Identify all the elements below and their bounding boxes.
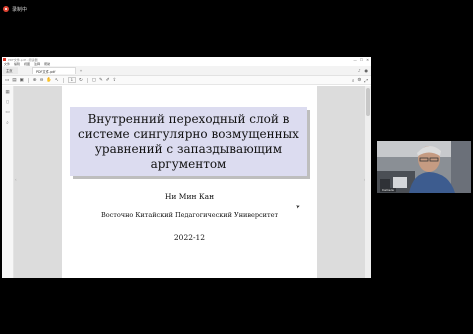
- hand-tool-icon[interactable]: ✋: [46, 78, 52, 83]
- select-tool-icon[interactable]: ↖: [55, 78, 59, 83]
- zoom-out-icon[interactable]: ⊖: [40, 78, 44, 83]
- recording-indicator[interactable]: 录制中: [3, 4, 27, 14]
- collapse-left-icon[interactable]: ‹: [15, 177, 17, 182]
- tab-home[interactable]: 主页: [3, 67, 18, 74]
- close-button[interactable]: ✕: [366, 58, 369, 62]
- slide-author: Ни Мин Кан: [164, 192, 215, 201]
- toolbar-divider: [62, 77, 64, 83]
- sidebar-search-icon[interactable]: ⌕: [6, 120, 9, 126]
- zoom-in-icon[interactable]: ⊕: [33, 78, 37, 83]
- slide-title: Внутренний переходный слой в системе син…: [78, 111, 299, 171]
- toolbar-divider: [86, 77, 88, 83]
- search-icon[interactable]: ⌕: [352, 78, 355, 84]
- annotation-icon[interactable]: ▭: [5, 110, 9, 115]
- highlight-icon[interactable]: ✎: [99, 78, 103, 83]
- thumbnail-icon[interactable]: ▦: [5, 90, 9, 95]
- minimize-button[interactable]: —: [353, 58, 357, 62]
- settings-icon[interactable]: ⚙: [357, 78, 361, 83]
- rotate-icon[interactable]: ↻: [79, 78, 83, 83]
- bookmark-icon[interactable]: ▯: [6, 100, 8, 105]
- new-tab-button[interactable]: +: [78, 67, 84, 74]
- record-icon: [3, 6, 9, 12]
- recording-status-text: 录制中: [12, 6, 28, 13]
- share-icon[interactable]: ⇪: [113, 78, 117, 83]
- toolbar: ▭ ▤ ▣ ⊕ ⊖ ✋ ↖ 1 ↻ ▢ ✎ ✐ ⇪ ⌕ ⚙ ⤢: [2, 76, 371, 85]
- slide-affiliation: Восточно Китайский Педагогический Универ…: [100, 211, 279, 219]
- app-logo-icon: [3, 58, 6, 61]
- tab-bar: 主页 PDF文件.pdf + ♪ ●: [2, 66, 371, 76]
- sidebar: ▦ ▯ ▭ ⌕: [2, 86, 14, 278]
- user-icon[interactable]: ●: [365, 68, 369, 73]
- vertical-scrollbar[interactable]: [365, 86, 371, 278]
- pdf-reader-window: PDF文件.pdf - 阅读器 — ☐ ✕ 文件 编辑 视图 注释 帮助 主页 …: [2, 57, 371, 278]
- title-box: Внутренний переходный слой в системе син…: [70, 107, 307, 176]
- webcam-overlay: Camera: [377, 141, 471, 193]
- toolbar-divider: [27, 77, 29, 83]
- window-title: PDF文件.pdf - 阅读器: [8, 57, 38, 62]
- scrollbar-thumb[interactable]: [366, 88, 370, 116]
- document-viewport[interactable]: ‹ Внутренний переходный слой в системе с…: [14, 86, 371, 278]
- page-number-input[interactable]: 1: [67, 77, 76, 83]
- webcam-label: Camera: [380, 188, 396, 192]
- toolbar-right-actions: ⌕ ⚙ ⤢: [352, 76, 368, 85]
- maximize-button[interactable]: ☐: [360, 58, 363, 62]
- comment-icon[interactable]: ▢: [92, 78, 96, 83]
- print-icon[interactable]: ▤: [12, 78, 16, 83]
- webcam-video: [377, 141, 471, 193]
- bell-icon[interactable]: ♪: [358, 68, 361, 73]
- pen-icon[interactable]: ✐: [106, 78, 110, 83]
- fullscreen-icon[interactable]: ⤢: [364, 78, 368, 84]
- open-icon[interactable]: ▭: [5, 78, 9, 83]
- slide-date: 2022-12: [173, 233, 206, 242]
- tab-bar-actions: ♪ ●: [358, 67, 368, 74]
- tab-document[interactable]: PDF文件.pdf: [32, 67, 76, 74]
- save-icon[interactable]: ▣: [20, 78, 24, 83]
- pdf-page: Внутренний переходный слой в системе син…: [62, 86, 317, 278]
